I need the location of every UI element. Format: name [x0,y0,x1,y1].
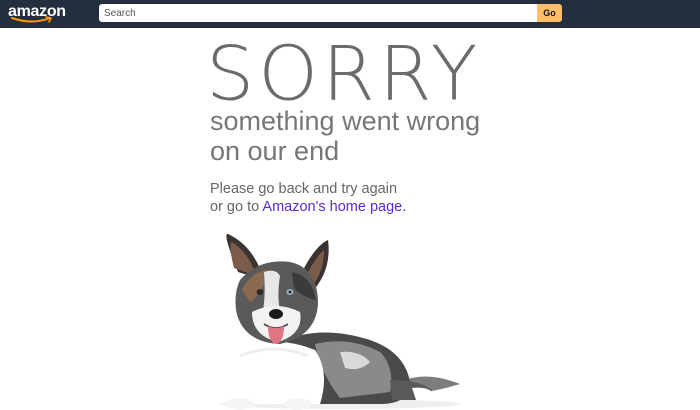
error-message-prefix: or go to [210,199,263,215]
error-message-line1: Please go back and try again [210,181,398,197]
top-navigation-bar: amazon Go [0,0,700,28]
search-input[interactable] [99,4,537,22]
sorry-heading: SORRY [206,29,482,118]
corgi-dog-image [220,233,460,410]
amazon-home-page-link[interactable]: Amazon's home page. [262,199,406,215]
logo-smile-icon [11,16,52,23]
error-subheading-line2: on our end [210,136,340,166]
error-subheading-line1: something went wrong [210,106,481,136]
go-button[interactable]: Go [537,4,562,22]
error-message-line2: or go to Amazon's home page. [210,200,406,215]
amazon-logo[interactable]: amazon [8,2,68,24]
